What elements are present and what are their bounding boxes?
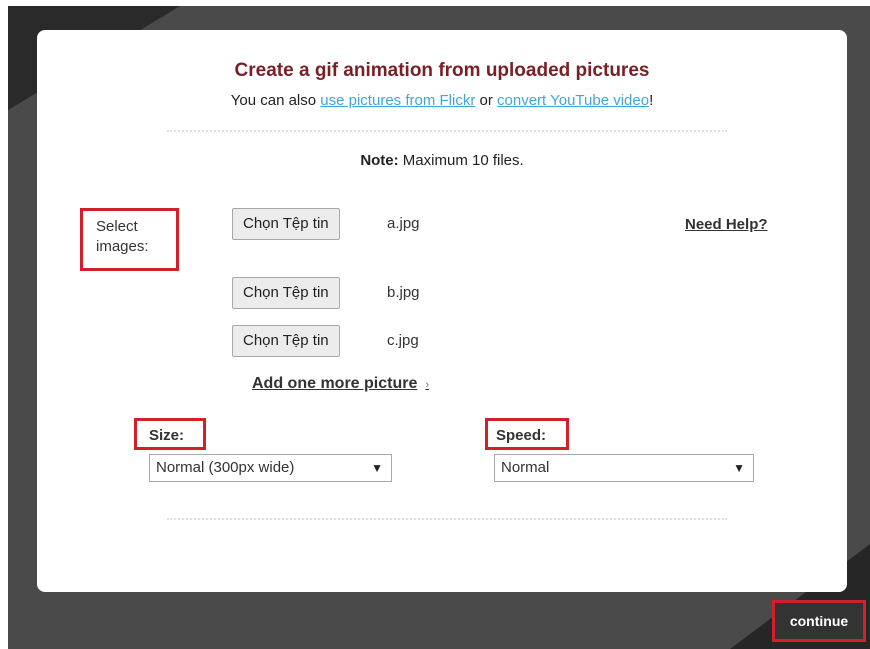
add-more-label: Add one more picture xyxy=(252,375,418,392)
subtitle: You can also use pictures from Flickr or… xyxy=(37,92,847,109)
divider xyxy=(167,130,727,132)
subtitle-prefix: You can also xyxy=(230,92,321,109)
file-name-1: a.jpg xyxy=(387,215,420,232)
frame-border xyxy=(0,0,8,649)
note: Note: Maximum 10 files. xyxy=(37,152,847,169)
choose-file-button-3[interactable]: Chọn Tệp tin xyxy=(232,325,340,357)
file-name-2: b.jpg xyxy=(387,284,420,301)
note-label: Note: xyxy=(360,152,399,169)
dropdown-arrow-icon: ▼ xyxy=(733,461,745,475)
size-select[interactable]: Normal (300px wide) ▼ xyxy=(149,454,392,482)
speed-select[interactable]: Normal ▼ xyxy=(494,454,754,482)
speed-label: Speed: xyxy=(496,427,547,444)
select-images-label: Select images: xyxy=(96,218,149,255)
add-more-picture-link[interactable]: Add one more picture › xyxy=(252,375,429,393)
upload-panel: Create a gif animation from uploaded pic… xyxy=(37,30,847,592)
choose-file-button-2[interactable]: Chọn Tệp tin xyxy=(232,277,340,309)
need-help-link[interactable]: Need Help? xyxy=(685,216,768,233)
continue-button[interactable]: continue xyxy=(772,600,866,642)
chevron-right-icon: › xyxy=(425,379,430,391)
divider xyxy=(167,518,727,520)
frame-border xyxy=(0,0,870,6)
subtitle-suffix: ! xyxy=(649,92,654,109)
youtube-link[interactable]: convert YouTube video xyxy=(497,92,649,109)
flickr-link[interactable]: use pictures from Flickr xyxy=(320,92,475,109)
speed-selected-value: Normal xyxy=(501,459,550,476)
note-text: Maximum 10 files. xyxy=(398,152,524,169)
page-title: Create a gif animation from uploaded pic… xyxy=(234,60,650,81)
subtitle-middle: or xyxy=(475,92,498,109)
choose-file-button-1[interactable]: Chọn Tệp tin xyxy=(232,208,340,240)
size-selected-value: Normal (300px wide) xyxy=(156,459,295,476)
dropdown-arrow-icon: ▼ xyxy=(371,461,383,475)
size-label: Size: xyxy=(149,427,185,444)
file-name-3: c.jpg xyxy=(387,332,419,349)
